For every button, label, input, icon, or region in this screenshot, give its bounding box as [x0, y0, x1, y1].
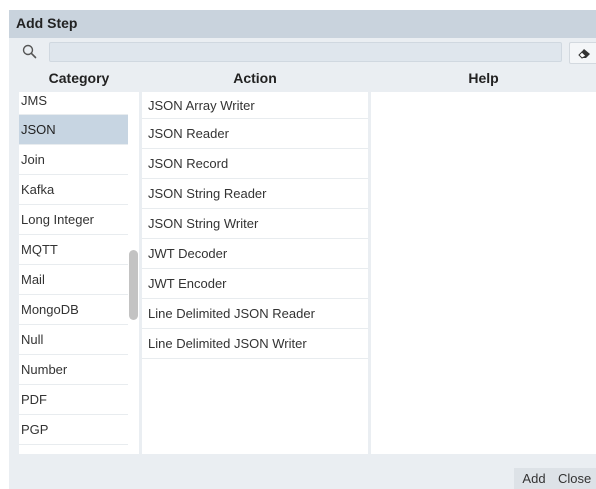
category-scrollbar-thumb[interactable]: [129, 250, 138, 320]
action-item-jwt-encoder[interactable]: JWT Encoder: [142, 269, 368, 299]
search-input[interactable]: [49, 42, 562, 62]
action-item-json-record[interactable]: JSON Record: [142, 149, 368, 179]
category-item-long-integer[interactable]: Long Integer: [19, 205, 128, 235]
category-item-number[interactable]: Number: [19, 355, 128, 385]
clear-search-button[interactable]: [569, 42, 596, 64]
eraser-icon: [578, 49, 590, 59]
action-item-line-delimited-json-writer[interactable]: Line Delimited JSON Writer: [142, 329, 368, 359]
category-item-jms[interactable]: JMS: [19, 92, 128, 115]
dialog-title: Add Step: [16, 15, 78, 31]
action-item-line-delimited-json-reader[interactable]: Line Delimited JSON Reader: [142, 299, 368, 329]
category-item-pgp[interactable]: PGP: [19, 415, 128, 445]
action-item-json-string-writer[interactable]: JSON String Writer: [142, 209, 368, 239]
category-item-mqtt[interactable]: MQTT: [19, 235, 128, 265]
action-column-header: Action: [233, 70, 277, 86]
category-item-null[interactable]: Null: [19, 325, 128, 355]
search-icon: [21, 43, 39, 61]
search-row: [9, 39, 596, 67]
help-column-header: Help: [468, 70, 499, 86]
help-panel: [371, 92, 596, 454]
category-item-json[interactable]: JSON: [19, 115, 128, 145]
action-item-json-reader[interactable]: JSON Reader: [142, 119, 368, 149]
category-item-join[interactable]: Join: [19, 145, 128, 175]
add-button[interactable]: Add: [514, 468, 554, 489]
category-scrollbar[interactable]: [128, 92, 139, 454]
category-item-pdf[interactable]: PDF: [19, 385, 128, 415]
category-column-header: Category: [48, 70, 110, 86]
add-step-dialog: Add Step Category Action Help JMS JSON J…: [9, 10, 596, 489]
close-button[interactable]: Close: [554, 468, 596, 489]
category-item-kafka[interactable]: Kafka: [19, 175, 128, 205]
action-item-json-array-writer[interactable]: JSON Array Writer: [142, 92, 368, 119]
action-list[interactable]: JSON Array Writer JSON Reader JSON Recor…: [142, 92, 368, 454]
dialog-titlebar[interactable]: Add Step: [9, 10, 596, 38]
action-item-json-string-reader[interactable]: JSON String Reader: [142, 179, 368, 209]
category-item-mail[interactable]: Mail: [19, 265, 128, 295]
category-item-mongodb[interactable]: MongoDB: [19, 295, 128, 325]
category-list[interactable]: JMS JSON Join Kafka Long Integer MQTT Ma…: [19, 92, 128, 454]
action-item-jwt-decoder[interactable]: JWT Decoder: [142, 239, 368, 269]
